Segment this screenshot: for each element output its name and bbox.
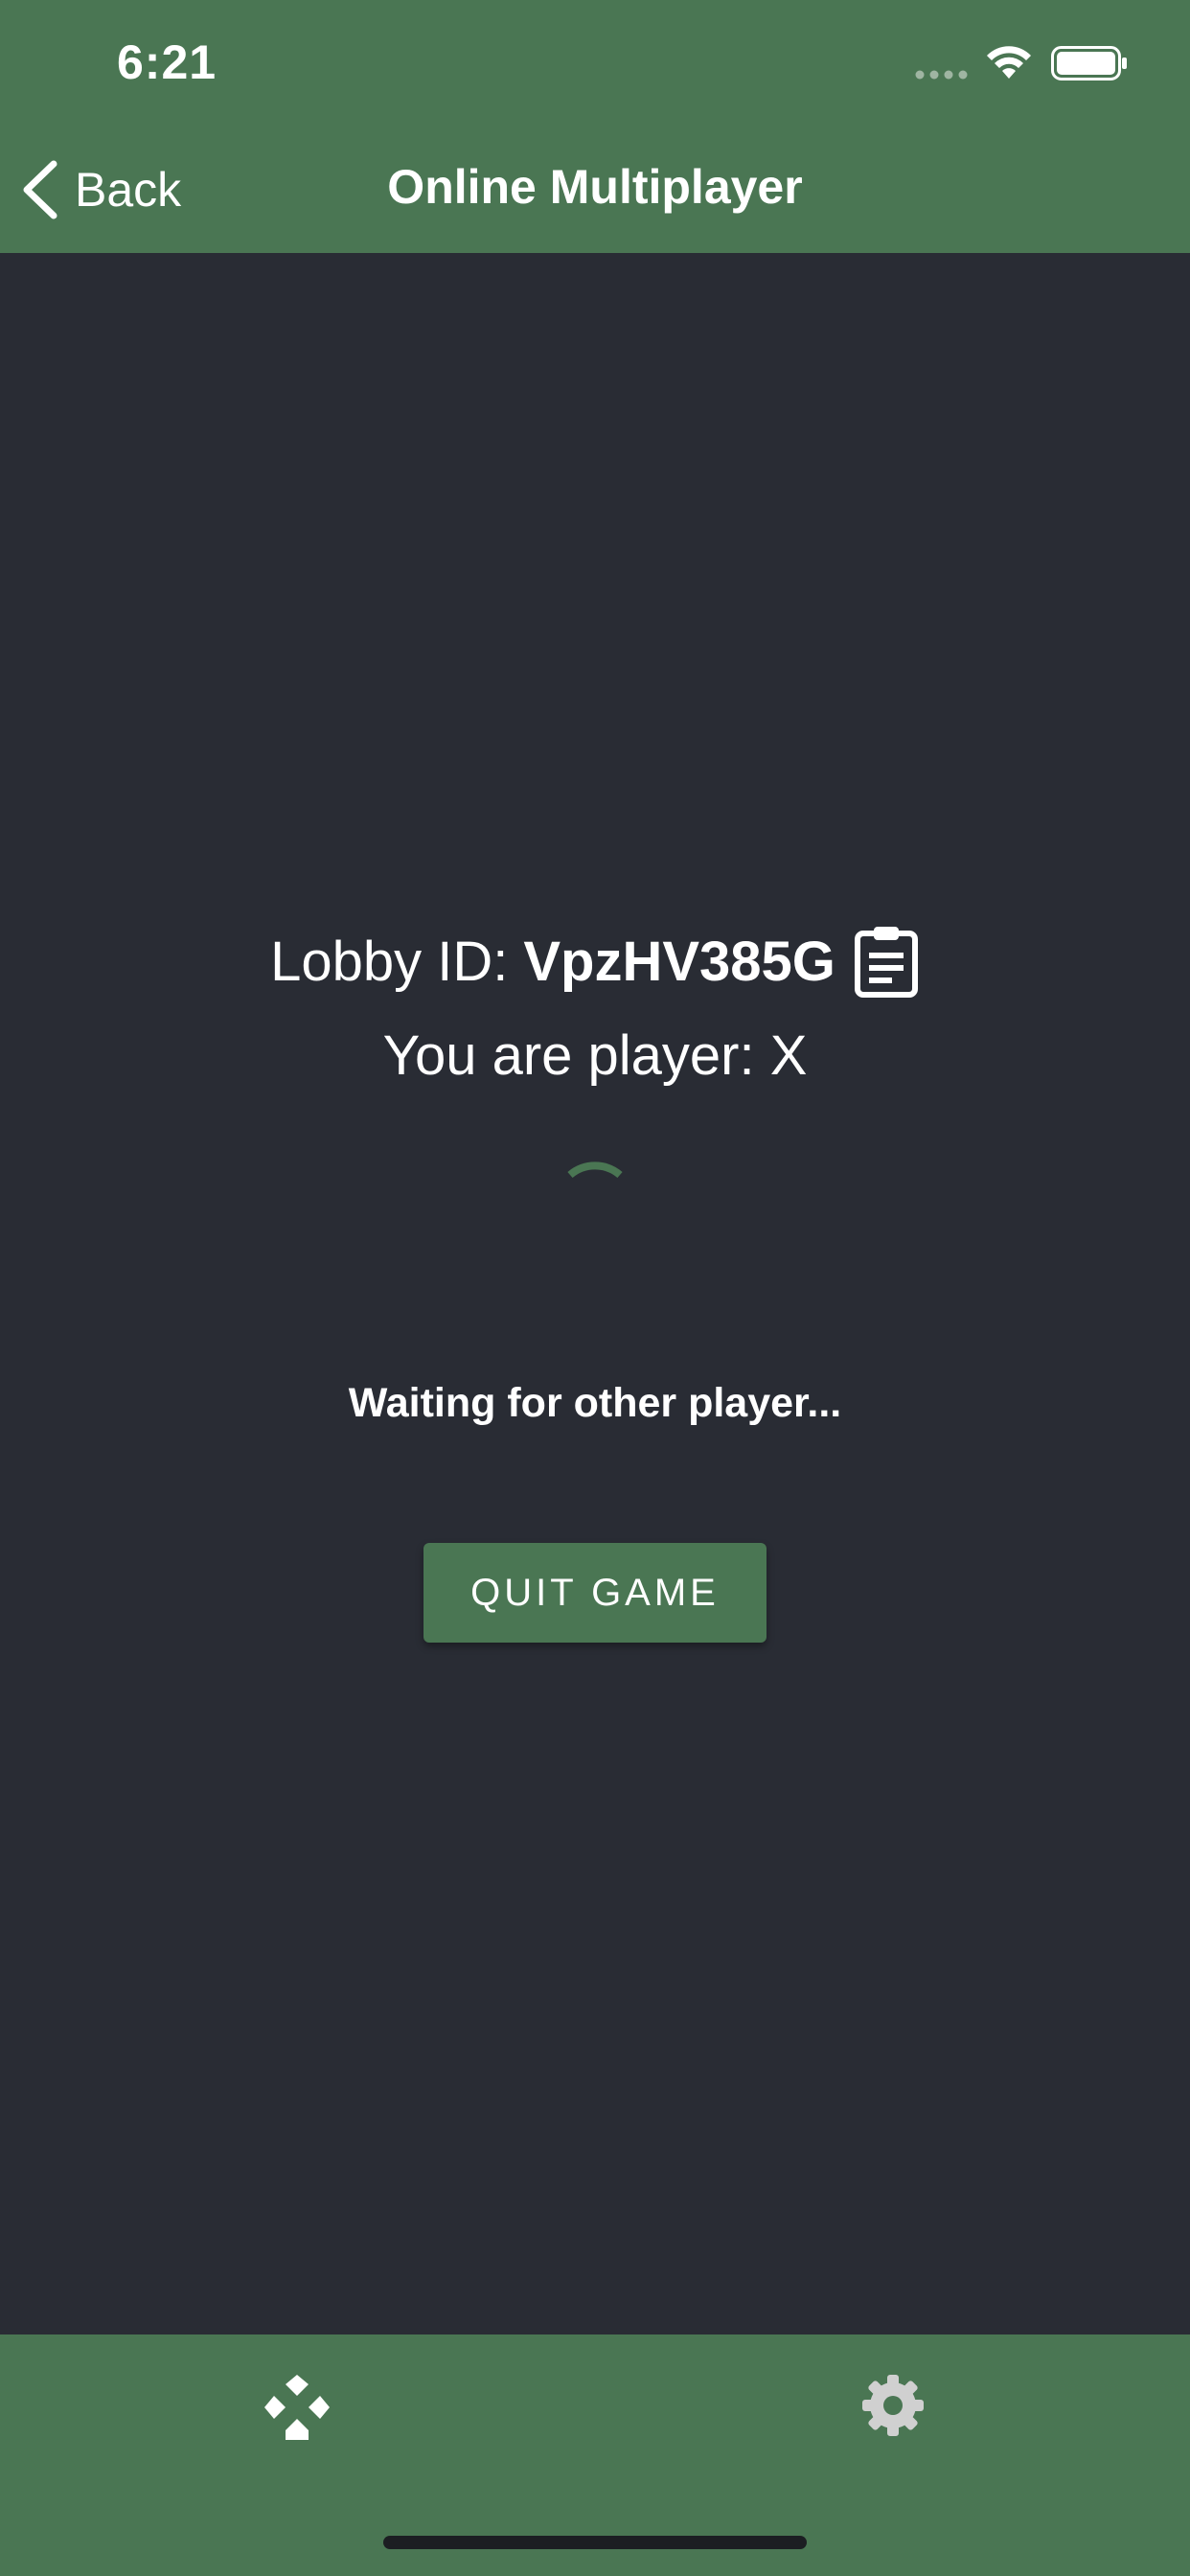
waiting-status: Waiting for other player... [348, 1380, 842, 1426]
gamepad-icon[interactable] [264, 2375, 330, 2440]
lobby-id-value: VpzHV385G [523, 930, 835, 993]
player-assignment: You are player: X [382, 1024, 808, 1087]
status-time: 6:21 [117, 35, 217, 89]
header: 6:21 Back Online Multiplayer [0, 0, 1190, 253]
cellular-signal-icon [915, 70, 968, 80]
clipboard-icon[interactable] [853, 924, 920, 999]
lobby-id-row: Lobby ID: VpzHV385G [0, 918, 1190, 1004]
loading-spinner-icon [567, 1162, 623, 1179]
wifi-icon [987, 46, 1031, 79]
battery-icon [1051, 46, 1127, 80]
lobby-id-label: Lobby ID: [270, 930, 509, 993]
quit-game-button[interactable]: QUIT GAME [423, 1543, 767, 1643]
page-title: Online Multiplayer [387, 160, 803, 214]
screen: 6:21 Back Online Multiplayer Lobby ID: V… [0, 0, 1190, 2576]
gear-icon[interactable] [860, 2373, 926, 2438]
home-indicator [383, 2536, 807, 2549]
